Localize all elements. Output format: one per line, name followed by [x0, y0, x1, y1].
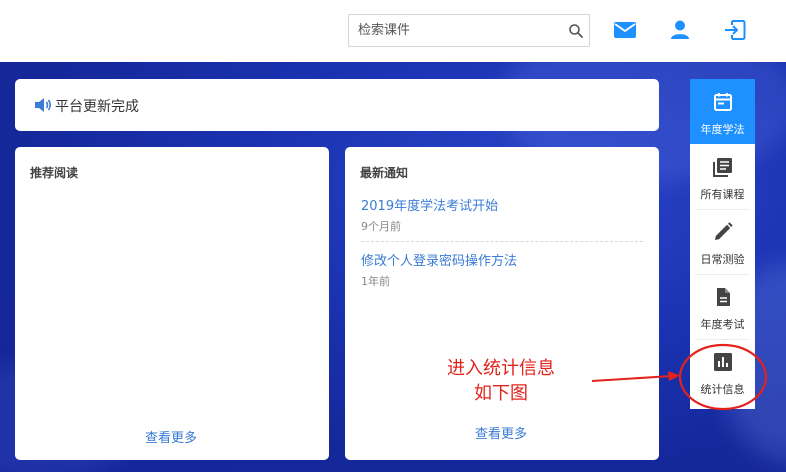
- announcement-text: 平台更新完成: [55, 99, 139, 115]
- nav-item-daily-quiz[interactable]: 日常测验: [690, 209, 755, 274]
- divider: [361, 241, 643, 242]
- right-nav: 年度学法 所有课程 日常测验 年度考试 统计信息: [690, 79, 755, 409]
- notice-link[interactable]: 修改个人登录密码操作方法: [361, 250, 643, 269]
- search-input[interactable]: [349, 15, 564, 46]
- notice-link[interactable]: 2019年度学法考试开始: [361, 195, 643, 214]
- nav-label: 统计信息: [700, 383, 745, 396]
- annotation-subtext: 如下图: [474, 383, 528, 404]
- search-icon[interactable]: [568, 23, 584, 39]
- nav-label: 年度考试: [700, 318, 745, 331]
- annotation-text: 进入统计信息: [447, 358, 555, 379]
- nav-label: 所有课程: [700, 188, 745, 201]
- main-area: 平台更新完成 推荐阅读 查看更多 最新通知 2019年度学法考试开始 9个月前 …: [0, 62, 786, 472]
- speaker-icon: [35, 98, 52, 112]
- nav-label: 年度学法: [700, 123, 745, 136]
- recommended-more-link[interactable]: 查看更多: [145, 427, 197, 446]
- nav-item-statistics[interactable]: 统计信息: [690, 339, 755, 404]
- top-header: [0, 0, 786, 62]
- nav-item-annual-exam[interactable]: 年度考试: [690, 274, 755, 339]
- announcement-bar: 平台更新完成: [15, 79, 659, 131]
- bar-chart-icon: [714, 353, 732, 371]
- document-icon: [717, 288, 730, 306]
- recommended-title: 推荐阅读: [30, 166, 79, 180]
- calendar-icon: [714, 93, 732, 111]
- library-icon: [713, 158, 732, 177]
- latest-notices-card: 最新通知 2019年度学法考试开始 9个月前 修改个人登录密码操作方法 1年前 …: [345, 147, 659, 460]
- user-icon[interactable]: [667, 17, 693, 43]
- nav-item-all-courses[interactable]: 所有课程: [690, 144, 755, 209]
- mail-icon[interactable]: [612, 17, 638, 43]
- notices-title: 最新通知: [360, 166, 409, 180]
- pencil-icon: [715, 222, 733, 240]
- logout-icon[interactable]: [722, 17, 748, 43]
- list-item: 2019年度学法考试开始 9个月前: [361, 195, 643, 234]
- search-box: [348, 14, 590, 47]
- nav-label: 日常测验: [700, 253, 745, 266]
- notice-time: 1年前: [361, 275, 390, 288]
- nav-item-annual-study[interactable]: 年度学法: [690, 79, 755, 144]
- list-item: 修改个人登录密码操作方法 1年前: [361, 250, 643, 289]
- notice-time: 9个月前: [361, 220, 401, 233]
- notices-more-link[interactable]: 查看更多: [475, 423, 527, 442]
- recommended-reading-card: 推荐阅读 查看更多: [15, 147, 329, 460]
